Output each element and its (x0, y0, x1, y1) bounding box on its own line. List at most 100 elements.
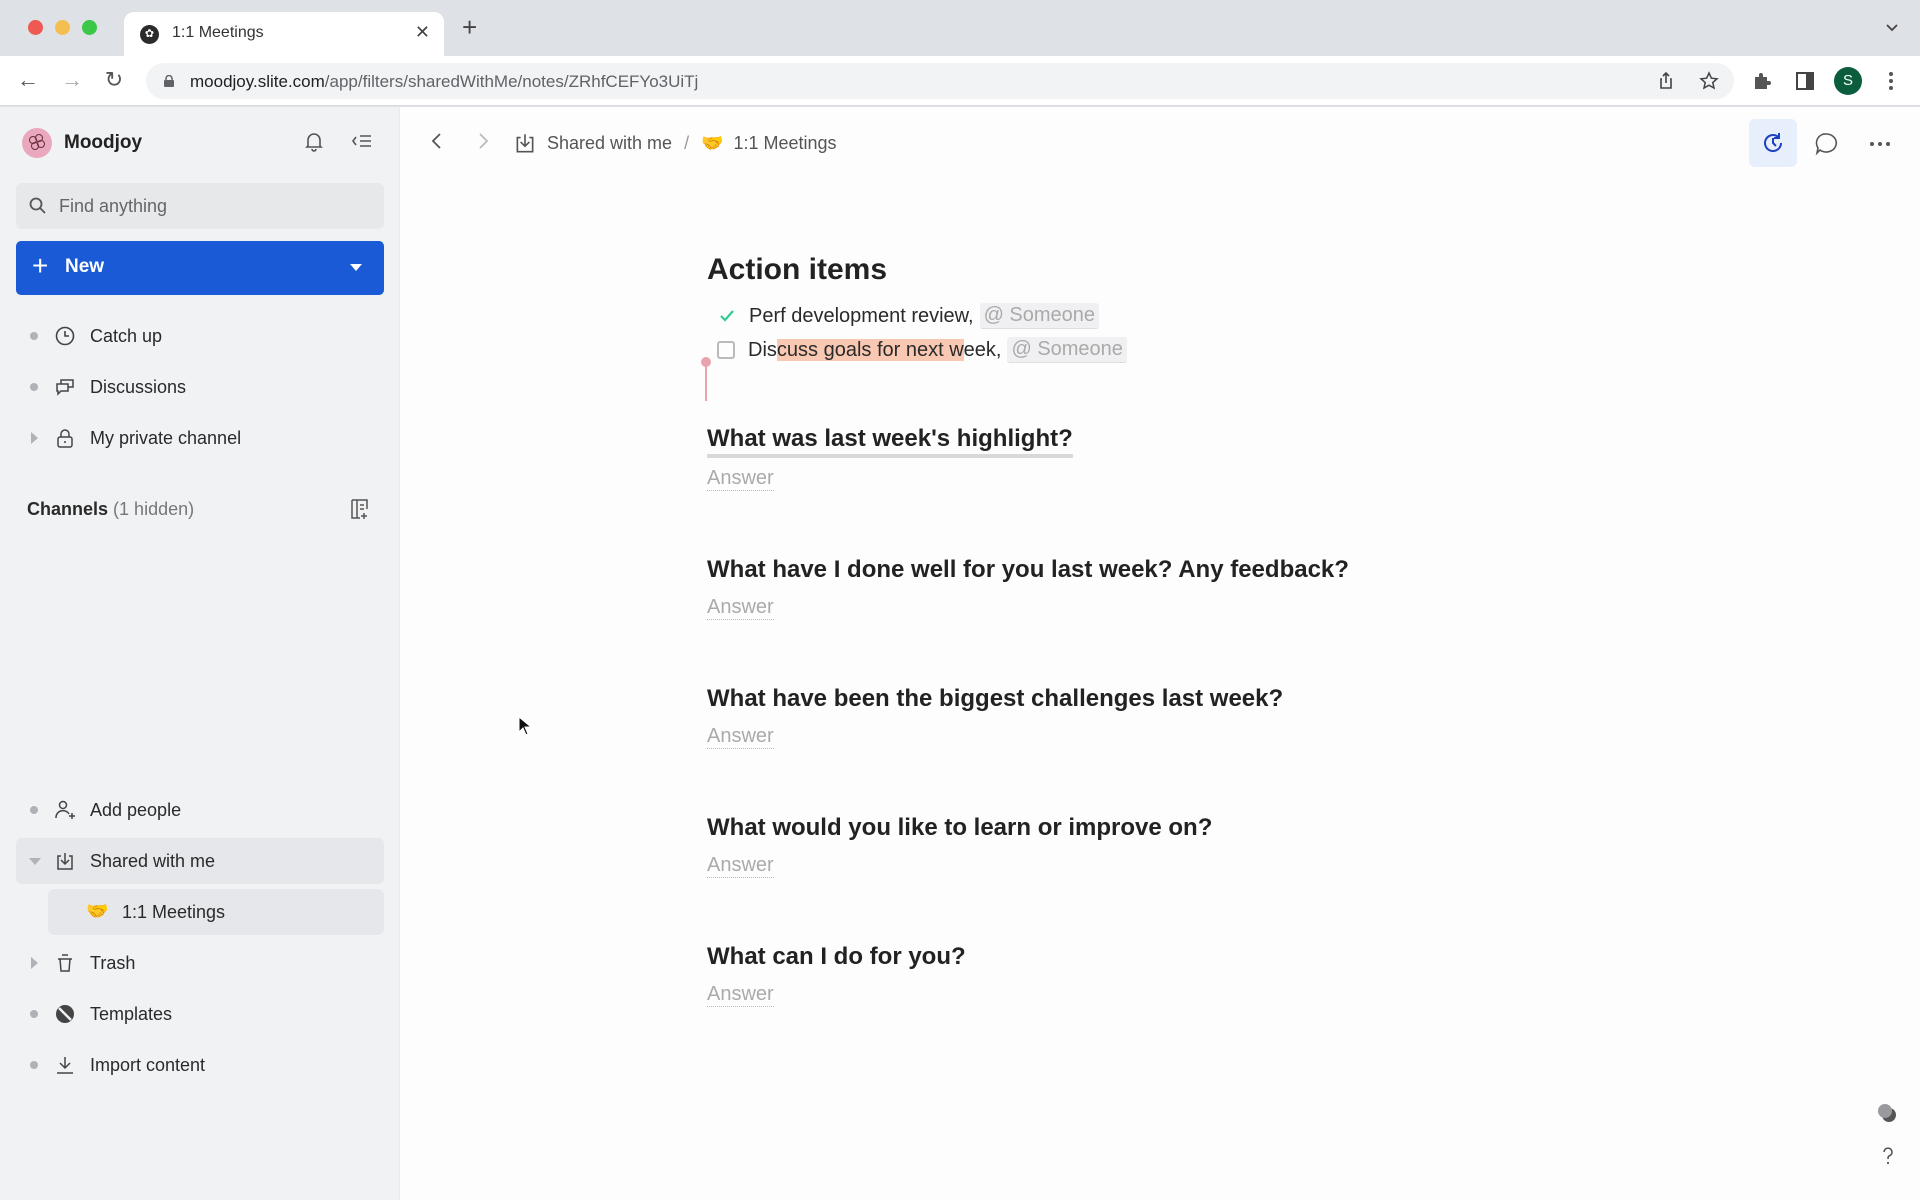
maximize-window-button[interactable] (82, 20, 97, 35)
browser-tab[interactable]: ✿ 1:1 Meetings ✕ (124, 12, 444, 56)
notifications-bell-icon[interactable] (302, 129, 326, 153)
collapse-sidebar-icon[interactable] (350, 129, 374, 153)
bullet-icon (30, 806, 38, 814)
sidebar-item-label: Templates (90, 1004, 173, 1024)
task-checkbox[interactable] (717, 341, 735, 359)
sidebar-item-trash[interactable]: Trash (16, 940, 384, 986)
browser-toolbar: ← → ↻ moodjoy.slite.com/app/filters/shar… (0, 56, 1920, 106)
breadcrumb-current[interactable]: 🤝 1:1 Meetings (701, 133, 836, 154)
collaborator-cursor (705, 361, 707, 401)
expand-triangle-icon[interactable] (31, 957, 38, 969)
sidebar-item-label: Discussions (90, 377, 187, 397)
breadcrumb-separator: / (684, 132, 690, 153)
back-chevron-icon[interactable] (425, 129, 449, 153)
answer-placeholder[interactable]: Answer (707, 725, 774, 749)
url-text: moodjoy.slite.com/app/filters/sharedWith… (190, 72, 698, 92)
lock-icon (164, 75, 174, 87)
task-item[interactable]: Discuss goals for next week, @ Someone (717, 335, 1127, 365)
answer-placeholder[interactable]: Answer (707, 596, 774, 620)
answer-placeholder[interactable]: Answer (707, 983, 774, 1007)
mention-chip[interactable]: @ Someone (1007, 337, 1127, 363)
slite-favicon-icon: ✿ (140, 25, 159, 44)
extensions-puzzle-icon[interactable] (1751, 70, 1773, 92)
add-channel-icon[interactable] (348, 497, 372, 521)
share-icon[interactable] (1656, 71, 1676, 91)
task-text-part: eek, (963, 338, 1002, 361)
sidebar-item-label: Trash (90, 953, 136, 973)
sidebar-item-label: 1:1 Meetings (122, 902, 226, 922)
handshake-emoji-icon: 🤝 (701, 132, 724, 153)
history-button[interactable] (1749, 119, 1797, 167)
sidebar: Moodjoy Find anything + New Catch up Dis… (0, 107, 400, 1200)
sidebar-item-label: Shared with me (90, 851, 216, 871)
trash-icon (58, 954, 72, 972)
search-input[interactable]: Find anything (16, 183, 384, 229)
checkmark-icon[interactable] (717, 306, 737, 326)
tab-search-chevron-icon[interactable] (1886, 22, 1898, 34)
bookmark-star-icon[interactable] (1699, 71, 1719, 91)
profile-avatar[interactable]: S (1834, 67, 1862, 95)
sidebar-item-label: My private channel (90, 428, 242, 448)
comment-icon[interactable] (1813, 131, 1839, 157)
answer-placeholder[interactable]: Answer (707, 467, 774, 491)
answer-placeholder[interactable]: Answer (707, 854, 774, 878)
question-heading[interactable]: What have been the biggest challenges la… (707, 685, 1283, 713)
question-heading[interactable]: What have I done well for you last week?… (707, 556, 1349, 584)
new-button[interactable]: + New (16, 241, 384, 295)
help-question-icon[interactable] (1875, 1143, 1901, 1169)
url-host: moodjoy.slite.com (190, 72, 325, 91)
new-button-label: New (65, 256, 105, 277)
sidebar-item-shared-with-me[interactable]: Shared with me (16, 838, 384, 884)
question-heading[interactable]: What would you like to learn or improve … (707, 814, 1212, 842)
sidebar-item-templates[interactable]: Templates (16, 991, 384, 1037)
breadcrumb-shared-with-me[interactable]: Shared with me (513, 131, 672, 155)
presence-avatars-icon[interactable] (1875, 1101, 1901, 1127)
sidebar-item-label: Catch up (90, 326, 163, 346)
bullet-icon (30, 383, 38, 391)
tab-title: 1:1 Meetings (172, 24, 264, 41)
expand-triangle-icon[interactable] (31, 432, 38, 444)
sidebar-item-add-people[interactable]: Add people (16, 787, 384, 833)
add-person-icon (55, 800, 75, 819)
back-arrow-icon[interactable]: ← (16, 68, 40, 92)
mouse-pointer-icon (518, 716, 532, 736)
main-content: Shared with me / 🤝 1:1 Meetings Action i… (401, 107, 1920, 1200)
mention-chip[interactable]: @ Someone (979, 303, 1100, 329)
channels-header[interactable]: Channels (1 hidden) (27, 499, 194, 520)
inbox-download-icon (516, 134, 534, 153)
more-options-icon[interactable] (1867, 131, 1893, 157)
task-text: Discuss goals for next week, (748, 338, 1002, 362)
question-heading[interactable]: What was last week's highlight? (707, 425, 1073, 458)
forward-chevron-icon[interactable] (471, 129, 495, 153)
sidebar-item-my-private-channel[interactable]: My private channel (16, 415, 384, 461)
question-heading[interactable]: What can I do for you? (707, 943, 966, 971)
clock-icon (55, 326, 75, 346)
new-tab-button[interactable]: + (462, 14, 477, 40)
workspace-name[interactable]: Moodjoy (64, 132, 142, 154)
handshake-emoji-icon: 🤝 (86, 901, 109, 921)
workspace-avatar[interactable] (22, 128, 52, 158)
side-panel-icon[interactable] (1794, 70, 1816, 92)
sidebar-item-catch-up[interactable]: Catch up (16, 313, 384, 359)
sidebar-item-1-1-meetings[interactable]: 🤝 1:1 Meetings (48, 889, 384, 935)
new-dropdown-caret-icon[interactable] (350, 264, 362, 271)
minimize-window-button[interactable] (55, 20, 70, 35)
reload-icon[interactable]: ↻ (102, 68, 126, 92)
browser-menu-icon[interactable] (1880, 70, 1902, 92)
close-window-button[interactable] (28, 20, 43, 35)
tab-close-icon[interactable]: ✕ (415, 22, 430, 43)
sidebar-item-label: Import content (90, 1055, 206, 1075)
forward-arrow-icon[interactable]: → (60, 68, 84, 92)
address-bar[interactable]: moodjoy.slite.com/app/filters/sharedWith… (146, 63, 1734, 99)
task-item[interactable]: Perf development review, @ Someone (717, 301, 1100, 331)
sidebar-item-discussions[interactable]: Discussions (16, 364, 384, 410)
slite-app: Moodjoy Find anything + New Catch up Dis… (0, 107, 1920, 1200)
bullet-icon (30, 1061, 38, 1069)
action-items-heading[interactable]: Action items (707, 253, 887, 287)
bullet-icon (30, 332, 38, 340)
templates-icon (56, 1005, 74, 1023)
search-placeholder: Find anything (59, 196, 168, 216)
sidebar-item-import-content[interactable]: Import content (16, 1042, 384, 1088)
collapse-triangle-icon[interactable] (29, 858, 41, 865)
chat-bubbles-icon (56, 379, 74, 396)
